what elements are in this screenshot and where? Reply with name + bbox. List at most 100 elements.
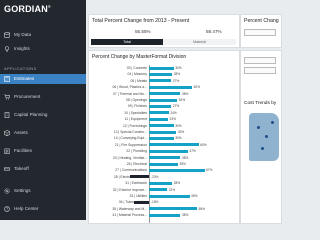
bar[interactable] (149, 111, 169, 115)
bar-row[interactable]: 12 | Furnishings 30% (89, 123, 239, 129)
tab-total[interactable]: Total (91, 39, 163, 45)
sidebar-item-help-center[interactable]: Help Center (0, 204, 86, 214)
bar-row[interactable]: 28 | Electronic Safet...-23% (89, 174, 239, 180)
masterformat-division-card: Percent Change by MasterFormat Division … (88, 50, 240, 224)
bar-category-label: 23 | Heating, Ventilat... (112, 155, 147, 160)
us-map[interactable] (249, 113, 279, 161)
bar-row[interactable]: 06 | Wood, Plastics a... 52% (89, 84, 239, 90)
bar-value-label: 34% (178, 98, 186, 102)
bar[interactable] (149, 213, 181, 217)
map-marker[interactable] (261, 147, 264, 150)
bar[interactable] (149, 181, 173, 185)
bar[interactable] (149, 194, 190, 198)
region-dropdown[interactable] (244, 57, 276, 64)
sidebar-item-my-data[interactable]: My Data (0, 30, 86, 40)
bar[interactable] (149, 124, 174, 128)
database-icon (4, 32, 10, 38)
bar-row[interactable]: 33 | Utilities 49% (89, 193, 239, 199)
bar[interactable] (149, 98, 178, 102)
bar-row[interactable]: 34 | Transportation -18% (89, 199, 239, 205)
bar-category-label: 35 | Waterway and M... (112, 206, 147, 211)
bar[interactable] (149, 188, 168, 192)
sidebar-item-label: Assets (14, 130, 28, 135)
bar-row[interactable]: 31 | Earthwork 28% (89, 180, 239, 186)
sidebar-item-label: Settings (14, 188, 31, 193)
bar[interactable] (149, 207, 198, 211)
bar[interactable] (149, 104, 172, 108)
tab-material[interactable]: Material (163, 39, 236, 45)
bar[interactable] (149, 72, 173, 76)
map-marker[interactable] (271, 121, 274, 124)
sidebar-item-assets[interactable]: Assets (0, 128, 86, 138)
sidebar-item-insights[interactable]: Insights (0, 44, 86, 54)
bar-row[interactable]: 23 | Heating, Ventilat... 38% (89, 155, 239, 161)
bar[interactable] (149, 143, 199, 147)
bar[interactable] (149, 92, 181, 96)
bar-row[interactable]: 22 | Plumbing 47% (89, 148, 239, 154)
gordian-logo[interactable]: GORDIAN® (4, 4, 51, 14)
bar-row[interactable]: 04 | Masonry 28% (89, 71, 239, 77)
clipboard-icon (4, 148, 10, 154)
material-percent-value: 58.47% (206, 29, 222, 34)
bar-value-label: 38% (181, 91, 189, 96)
bar-row[interactable]: 41 | Material Process... 38% (89, 212, 239, 218)
bar-row[interactable]: 05 | Metals 27% (89, 78, 239, 84)
bar-category-label: 10 | Specialties (124, 110, 147, 115)
bar-category-label: 33 | Utilities (129, 194, 147, 198)
bar[interactable] (149, 85, 193, 89)
total-percent-value: 55.55% (135, 29, 151, 34)
bar[interactable] (149, 130, 177, 134)
bar[interactable] (149, 168, 205, 172)
sidebar-item-label: Insights (14, 46, 30, 51)
bar-row[interactable]: 10 | Specialties 24% (89, 110, 239, 116)
sidebar-item-procurement[interactable]: Procurement (0, 92, 86, 102)
bar[interactable] (129, 175, 149, 179)
bar[interactable] (134, 200, 149, 204)
filter-dropdown[interactable] (244, 29, 276, 36)
bar-row[interactable]: 08 | Openings 34% (89, 97, 239, 103)
box-icon (4, 130, 10, 136)
bar-value-label: 28% (173, 181, 181, 186)
bar-category-label: 22 | Plumbing (126, 149, 147, 154)
sidebar-item-takeoff[interactable]: Takeoff (0, 164, 86, 174)
sidebar-item-estimates[interactable]: Estimates (0, 74, 86, 84)
logo-text: GORDIAN (4, 4, 48, 14)
sidebar-item-capital-planning[interactable]: Capital Planning (0, 110, 86, 120)
sidebar-item-label: Facilities (14, 148, 32, 153)
bar-value-label: 24% (170, 110, 177, 115)
bar[interactable] (149, 136, 174, 140)
bar-row[interactable]: 11 | Equipment 23% (89, 116, 239, 122)
bar-row[interactable]: 21 | Fire Suppression 60% (89, 142, 239, 148)
sidebar-item-facilities[interactable]: Facilities (0, 146, 86, 156)
bar-value-label: 23% (169, 117, 176, 122)
bar-value-label: 22% (168, 187, 176, 192)
bar-row[interactable]: 03 | Concrete 30% (89, 65, 239, 71)
bar[interactable] (149, 156, 181, 160)
bar-category-label: 41 | Material Process... (112, 213, 147, 218)
bar[interactable] (149, 162, 178, 166)
bar[interactable] (149, 79, 172, 83)
sidebar-item-settings[interactable]: Settings (0, 186, 86, 196)
bar-row[interactable]: 07 | Thermal and Mo... 38% (89, 91, 239, 97)
bar[interactable] (149, 66, 174, 70)
percent-change-card-partial: Percent Chang (240, 14, 282, 48)
card-title: Cost Trends by (244, 101, 277, 106)
map-marker[interactable] (257, 126, 260, 129)
map-marker[interactable] (265, 135, 268, 138)
bar-row[interactable]: 13 | Special Constru... 33% (89, 129, 239, 135)
bar-category-label: 21 | Fire Suppression (114, 142, 147, 147)
bar-row[interactable]: 14 | Conveying Equi... 30% (89, 135, 239, 141)
bar-value-label: -18% (151, 200, 159, 205)
bar[interactable] (149, 117, 169, 121)
sidebar-item-label: Help Center (14, 206, 39, 211)
division-dropdown[interactable] (244, 67, 276, 74)
bar-row[interactable]: 09 | Finishes 27% (89, 103, 239, 109)
bar-row[interactable]: 32 | Exterior Improve... 22% (89, 187, 239, 193)
bar-row[interactable]: 27 | Communications 67% (89, 167, 239, 173)
bar-value-label: 49% (191, 194, 198, 198)
bar-row[interactable]: 35 | Waterway and M... 58% (89, 206, 239, 212)
bar[interactable] (149, 149, 188, 153)
bar-value-label: 38% (181, 213, 189, 218)
bar-row[interactable]: 26 | Electrical 35% (89, 161, 239, 167)
building-icon (4, 112, 10, 118)
